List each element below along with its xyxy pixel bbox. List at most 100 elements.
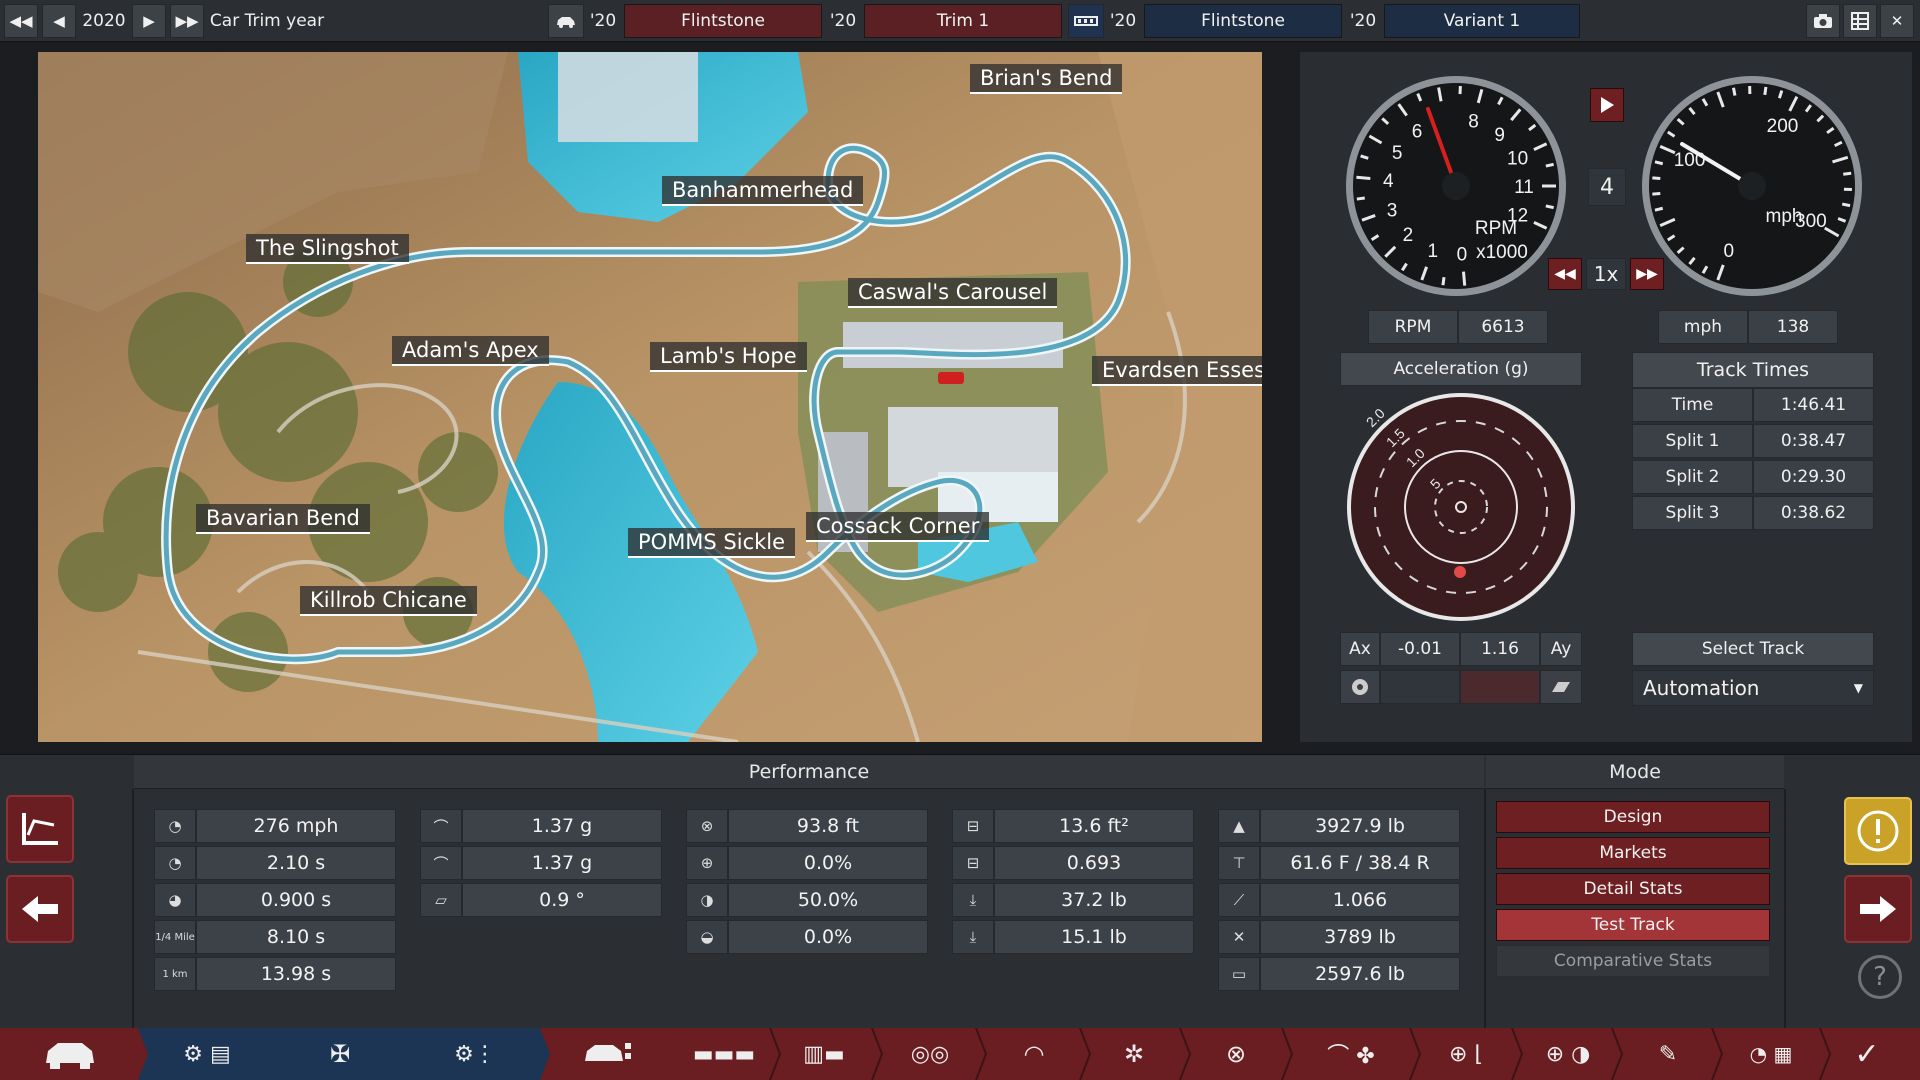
engine-layout-tab[interactable]: ⚙⋮: [430, 1028, 520, 1080]
rear-downforce-row: ⤓ 15.1 lb: [952, 920, 1194, 954]
model-name-field[interactable]: Flintstone: [624, 4, 822, 38]
mode-detail-stats-button[interactable]: Detail Stats: [1496, 873, 1770, 905]
split3-value: 0:38.62: [1753, 496, 1874, 530]
safety-tab[interactable]: ⊕ ◑: [1526, 1028, 1610, 1080]
fuel-tab[interactable]: ✎: [1626, 1028, 1710, 1080]
zero-to-sixty-value: 2.10 s: [196, 846, 396, 880]
rewind-button[interactable]: ◀◀: [1548, 258, 1582, 290]
divider: [132, 789, 134, 1029]
model-year: '20: [589, 11, 617, 31]
corner-label-pomms-sickle: POMMS Sickle: [628, 528, 796, 558]
suspension-tab[interactable]: ✠: [300, 1028, 380, 1080]
corner-label-bavarian-bend: Bavarian Bend: [196, 504, 370, 534]
variant-year: '20: [1349, 11, 1377, 31]
track-map[interactable]: Brian's Bend Banhammerhead The Slingshot…: [38, 52, 1262, 742]
lateral-g-2-value: 1.37 g: [462, 846, 662, 880]
speed-tick: [1732, 87, 1737, 96]
select-track-button[interactable]: Select Track: [1632, 632, 1874, 666]
corner-g-icon: ⌒: [420, 809, 462, 843]
speed-label: 0: [1723, 241, 1734, 262]
help-button[interactable]: ?: [1858, 955, 1902, 999]
trim-name-field[interactable]: Trim 1: [864, 4, 1062, 38]
play-button[interactable]: [1590, 88, 1624, 122]
mode-test-track-button[interactable]: Test Track: [1496, 909, 1770, 941]
split1-value: 0:38.47: [1753, 424, 1874, 458]
design-taskbar: ⚙ ▤ ✠ ⚙⋮ ▬▬▬ ▥▬ ◎◎ ◠ ✲ ⊗ ⌒ ✤ ⊕ ⌊ ⊕ ◑ ✎ ◔…: [0, 1028, 1920, 1080]
corner-g-wide-icon: ⌒: [420, 846, 462, 880]
checkmark-tab[interactable]: ✓: [1832, 1028, 1902, 1080]
split3-label: Split 3: [1632, 496, 1753, 530]
back-button[interactable]: [6, 875, 74, 943]
wheels-tab[interactable]: ✲: [1094, 1028, 1174, 1080]
test-track-tab[interactable]: ◔ ▦: [1726, 1028, 1816, 1080]
track-map-terrain: [38, 52, 1262, 742]
interior-tab[interactable]: ▥▬: [784, 1028, 864, 1080]
car-model-tab[interactable]: [568, 1028, 648, 1080]
step-forward-icon[interactable]: ▶: [132, 4, 166, 38]
speed-tick: [1654, 206, 1664, 212]
acceleration-gauge-icon: ◔: [154, 846, 196, 880]
tach-tick: [1356, 196, 1365, 201]
playback-speed[interactable]: 1x: [1586, 258, 1626, 290]
warning-button[interactable]: [1844, 797, 1912, 865]
tach-unit-x1000: x1000: [1476, 242, 1528, 263]
speed-label: mph: [1658, 310, 1748, 344]
car-model-icon[interactable]: [548, 4, 584, 38]
gear-ratio-row: ⟋ 1.066: [1218, 883, 1460, 917]
throttle-icon: [1540, 670, 1582, 704]
mode-design-button[interactable]: Design: [1496, 801, 1770, 833]
speed-unit: mph: [1766, 206, 1803, 227]
tach-label: 9: [1494, 125, 1505, 146]
next-button[interactable]: [1844, 875, 1912, 943]
spreadsheet-icon[interactable]: [1843, 4, 1877, 38]
brake-bar: [1380, 670, 1460, 704]
top-speed-row: ◔ 276 mph: [154, 809, 396, 843]
braking-time-row: ◕ 0.900 s: [154, 883, 396, 917]
body-roll-value: 0.9 °: [462, 883, 662, 917]
track-select-dropdown[interactable]: Automation ▼: [1632, 670, 1874, 706]
brake-bias-value: 50.0%: [728, 883, 928, 917]
brake-gauge-icon: ◕: [154, 883, 196, 917]
step-back-icon[interactable]: ◀: [42, 4, 76, 38]
close-icon[interactable]: ✕: [1880, 4, 1914, 38]
rpm-label: RPM: [1368, 310, 1458, 344]
fast-forward-button[interactable]: ▶▶: [1630, 258, 1664, 290]
brakes-tab[interactable]: ⊗: [1196, 1028, 1276, 1080]
aerodynamics-tab[interactable]: ⌒ ✤: [1296, 1028, 1406, 1080]
tach-label: 2: [1403, 225, 1414, 246]
skip-back-icon[interactable]: ◀◀: [4, 4, 38, 38]
steering-tab[interactable]: ⊕ ⌊: [1424, 1028, 1508, 1080]
brake-disc-icon: ⊗: [686, 809, 728, 843]
speed-tick: [1763, 86, 1768, 96]
frontal-area-row: ⊟ 13.6 ft²: [952, 809, 1194, 843]
variant-name-field[interactable]: Variant 1: [1384, 4, 1580, 38]
engine-icon[interactable]: [1068, 4, 1104, 38]
braking-distance-row: ⊗ 93.8 ft: [686, 809, 928, 843]
tach-label: 11: [1514, 177, 1534, 198]
speedometer: 0100200300 mph: [1642, 76, 1862, 296]
track-layout-button[interactable]: [6, 795, 74, 863]
tach-tick: [1545, 162, 1554, 168]
weight-value: 3927.9 lb: [1260, 809, 1460, 843]
year-value: 2020: [82, 11, 126, 31]
tyres-tab[interactable]: ◠: [994, 1028, 1074, 1080]
skip-forward-icon[interactable]: ▶▶: [170, 4, 204, 38]
tach-tick: [1545, 204, 1554, 210]
corner-label-banhammerhead: Banhammerhead: [662, 176, 864, 206]
drivetrain-tab[interactable]: ◎◎: [890, 1028, 970, 1080]
car-body-tab[interactable]: [30, 1028, 110, 1080]
wrench-icon: ✕: [1218, 920, 1260, 954]
mode-comparative-stats-button[interactable]: Comparative Stats: [1496, 945, 1770, 977]
lateral-g-value: 1.37 g: [462, 809, 662, 843]
mode-title: Mode: [1486, 755, 1784, 789]
engine-family-field[interactable]: Flintstone: [1144, 4, 1342, 38]
mode-markets-button[interactable]: Markets: [1496, 837, 1770, 869]
tach-label: 6: [1412, 121, 1423, 142]
camera-icon[interactable]: [1806, 4, 1840, 38]
zero-to-sixty-row: ◔ 2.10 s: [154, 846, 396, 880]
braking-time-value: 0.900 s: [196, 883, 396, 917]
chassis-tab[interactable]: ⚙ ▤: [162, 1028, 252, 1080]
trim-tab[interactable]: ▬▬▬: [684, 1028, 764, 1080]
acceleration-title: Acceleration (g): [1340, 352, 1582, 386]
tach-tick: [1356, 175, 1371, 180]
